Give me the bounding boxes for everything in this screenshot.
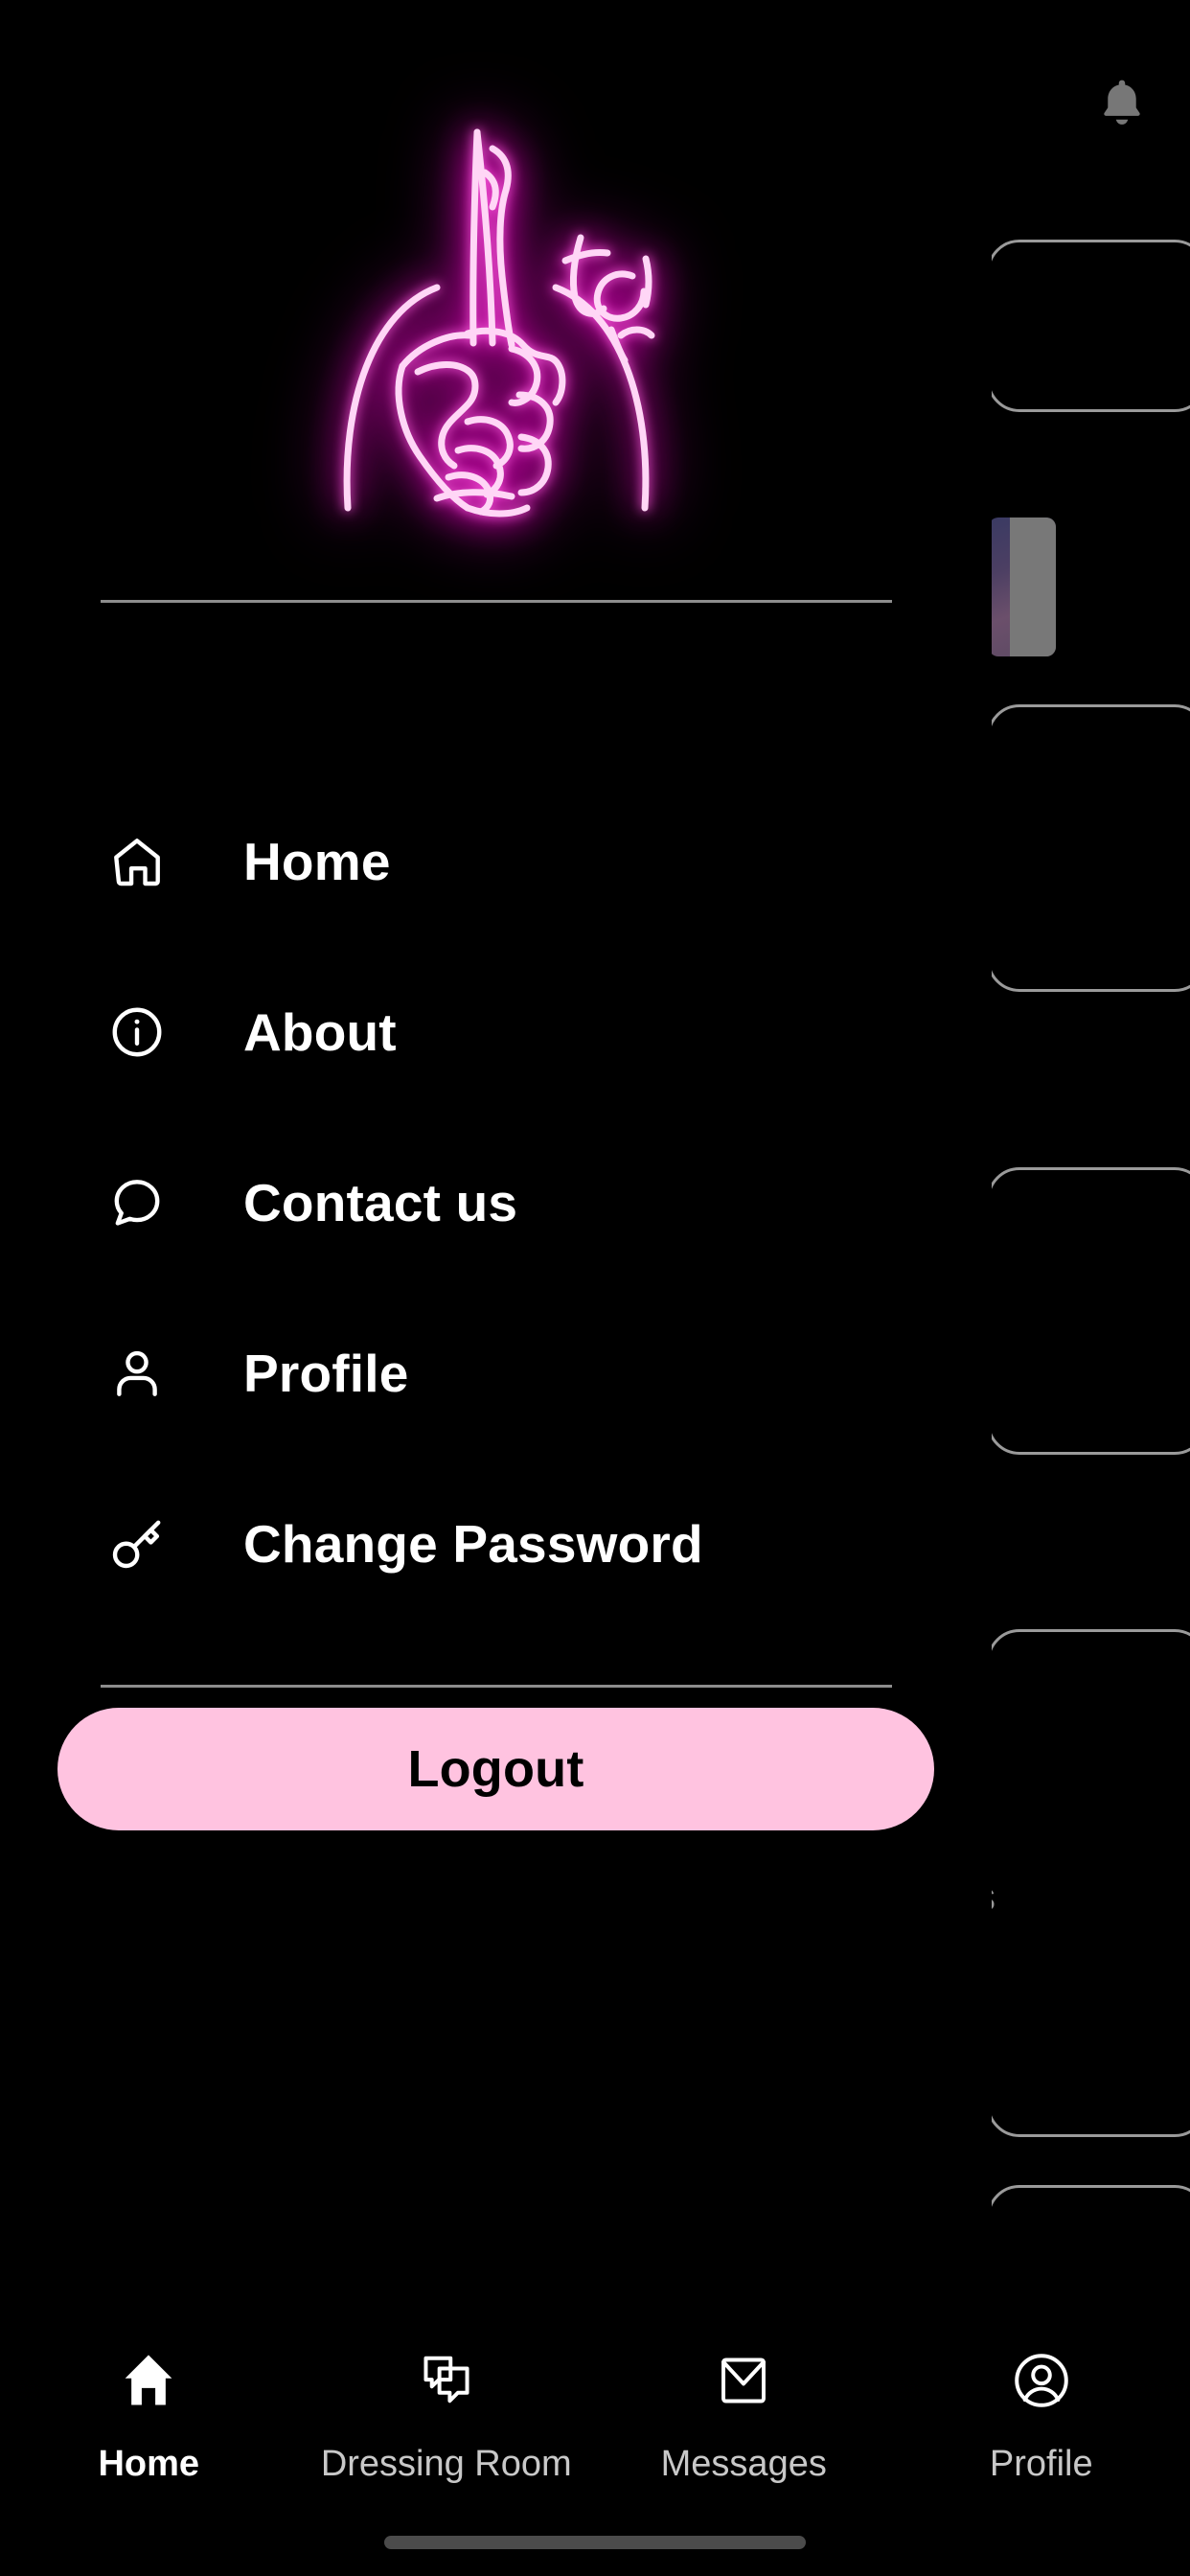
brand-logo-neon-hand (343, 128, 654, 518)
menu-item-about[interactable]: About (0, 947, 992, 1117)
tab-dressing-room[interactable]: Dressing Room (298, 2348, 596, 2482)
background-card (987, 704, 1190, 992)
app-screen: s (0, 0, 1190, 2576)
menu-item-label: Change Password (243, 1513, 703, 1574)
tab-label: Profile (989, 2444, 1093, 2484)
key-icon (107, 1514, 167, 1574)
user-circle-icon (1009, 2348, 1074, 2413)
tab-profile[interactable]: Profile (893, 2348, 1190, 2482)
chat-icon (107, 1173, 167, 1232)
tab-label: Dressing Room (320, 2444, 572, 2484)
menu-item-contact-us[interactable]: Contact us (0, 1117, 992, 1288)
info-icon (107, 1002, 167, 1062)
menu-item-home[interactable]: Home (0, 776, 992, 947)
background-card (987, 240, 1190, 412)
menu-item-profile[interactable]: Profile (0, 1288, 992, 1459)
brand-logo (0, 115, 992, 518)
tab-label: Messages (660, 2444, 827, 2484)
divider-bottom (101, 1685, 892, 1688)
menu-item-label: About (243, 1001, 397, 1062)
divider-top (101, 600, 892, 603)
tab-messages[interactable]: Messages (595, 2348, 893, 2482)
home-indicator[interactable] (384, 2536, 806, 2549)
home-icon (107, 832, 167, 891)
home-filled-icon (116, 2348, 181, 2413)
menu-item-change-password[interactable]: Change Password (0, 1459, 992, 1629)
navigation-drawer: Home About Contact us Profile Change Pas… (0, 0, 992, 2576)
bell-icon[interactable] (1092, 75, 1152, 140)
logout-button[interactable]: Logout (57, 1708, 934, 1830)
tab-home[interactable]: Home (0, 2348, 298, 2482)
background-card (987, 1167, 1190, 1455)
menu-item-label: Profile (243, 1343, 409, 1403)
person-icon (107, 1344, 167, 1403)
menu-item-label: Contact us (243, 1172, 518, 1232)
tab-label: Home (98, 2444, 200, 2484)
envelope-icon (711, 2348, 776, 2413)
drawer-menu-list: Home About Contact us Profile Change Pas… (0, 776, 992, 1629)
background-card (987, 1629, 1190, 2137)
background-thumbnail (989, 518, 1056, 656)
menu-item-label: Home (243, 831, 391, 891)
bottom-navigation-bar: Home Dressing Room Messages Profile (0, 2300, 1190, 2576)
chat-bubbles-icon (414, 2348, 479, 2413)
